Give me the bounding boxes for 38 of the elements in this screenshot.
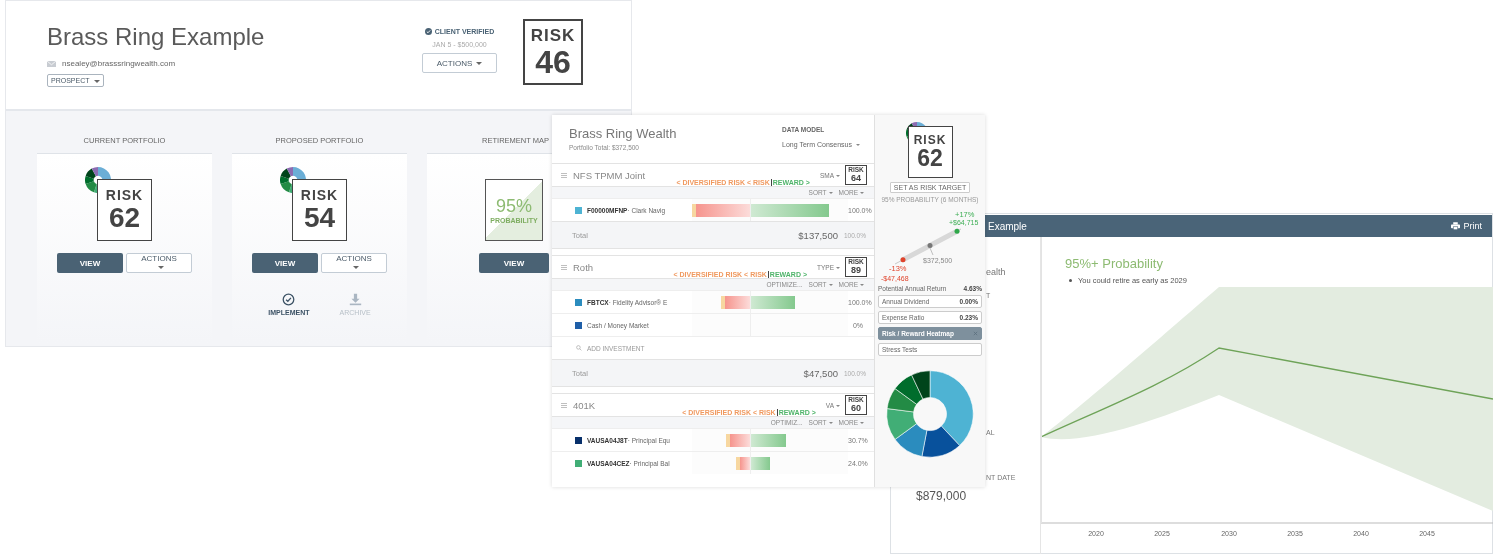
actions-button[interactable]: ACTIONS	[126, 253, 192, 273]
bullet-icon	[1069, 279, 1072, 282]
portfolio-title: Brass Ring Wealth	[569, 126, 677, 141]
panel-title: Example	[988, 220, 1028, 232]
view-button[interactable]: VIEW	[479, 253, 549, 273]
risk-score-sign: RISK 54	[292, 179, 347, 241]
current-marker	[927, 243, 933, 248]
view-button[interactable]: VIEW	[57, 253, 123, 273]
risk-score-sign: RISK 46	[523, 19, 583, 85]
range-bar	[900, 228, 960, 263]
risk-score-sign: RISK 62	[97, 179, 152, 241]
drag-handle-icon[interactable]	[561, 264, 567, 270]
view-button[interactable]: VIEW	[252, 253, 318, 273]
low-marker	[900, 257, 906, 263]
probability-heading: 95%+ Probability	[1065, 256, 1164, 271]
client-email: nsealey@brasssringwealth.com	[62, 59, 176, 68]
print-button[interactable]: Print	[1451, 221, 1482, 231]
side-label: ealth	[986, 267, 1006, 277]
close-icon[interactable]	[973, 331, 978, 336]
download-icon	[348, 293, 362, 306]
total-value: $47,500	[803, 367, 838, 379]
search-icon	[576, 345, 582, 351]
printer-icon	[1451, 222, 1461, 230]
account-name: Roth	[573, 261, 595, 273]
risk-score-sign: RISK 62	[907, 126, 953, 178]
high-marker	[954, 228, 960, 234]
check-circle-icon	[282, 293, 296, 306]
client-name: Brass Ring Example	[47, 23, 265, 51]
account-name: 401K	[573, 399, 597, 411]
envelope-icon	[47, 60, 56, 67]
drag-handle-icon[interactable]	[561, 402, 567, 408]
drag-handle-icon[interactable]	[561, 172, 567, 178]
account-name: NFS TPMM Joint	[573, 169, 647, 181]
balance-value: $879,000	[916, 489, 967, 503]
check-circle-icon	[424, 28, 432, 35]
total-value: $137,500	[798, 229, 838, 241]
actions-button[interactable]: ACTIONS	[422, 53, 497, 73]
actions-button[interactable]: ACTIONS	[321, 253, 387, 273]
